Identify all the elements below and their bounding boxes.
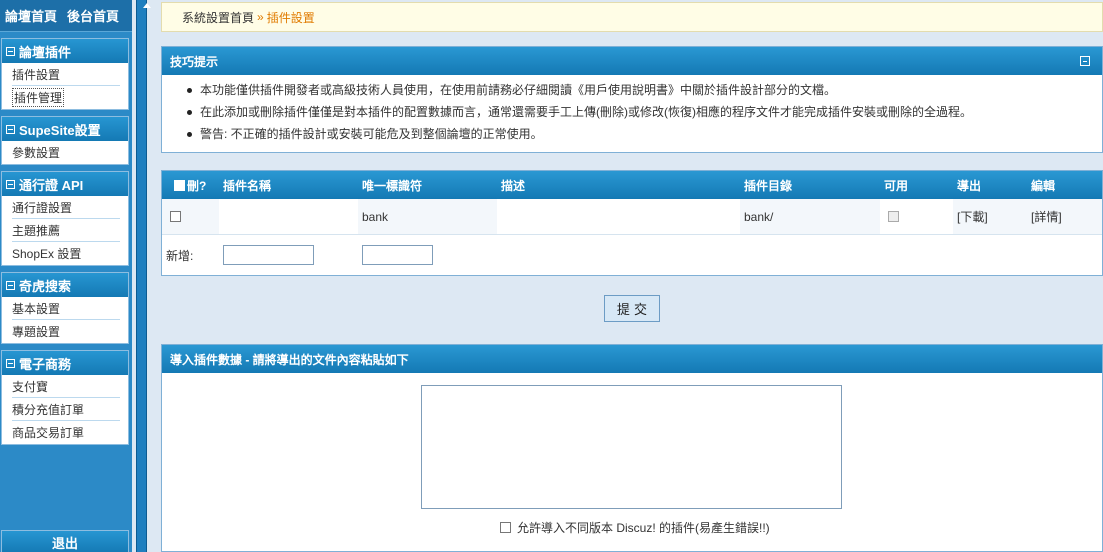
table-row: bank bank/ [下載] [詳情] <box>162 199 1102 235</box>
import-data-textarea[interactable] <box>421 385 842 509</box>
details-link[interactable]: [詳情] <box>1027 199 1102 234</box>
logout-button[interactable]: 退出 <box>1 530 129 552</box>
menu-item-label: 插件管理 <box>12 88 65 107</box>
select-all-checkbox[interactable] <box>174 179 185 191</box>
tip-item: 警告: 不正確的插件設計或安裝可能危及到整個論壇的正常使用。 <box>187 123 1102 145</box>
tips-header: 技巧提示 <box>162 47 1102 75</box>
menu-qihoo-search: 奇虎搜索 基本設置 專題設置 <box>1 272 129 344</box>
menu-supesite: SupeSite設置 參數設置 <box>1 116 129 165</box>
plugin-description <box>497 199 740 234</box>
menu-item-passport-settings[interactable]: 通行證設置 <box>12 196 120 219</box>
top-links: 論壇首頁 後台首頁 <box>0 0 132 32</box>
breadcrumb-current: 插件設置 <box>266 10 315 25</box>
menu-item-label: 通行證設置 <box>12 200 73 215</box>
col-directory: 插件目錄 <box>744 178 793 193</box>
menu-title: 電子商務 <box>19 356 72 372</box>
collapse-icon <box>6 358 15 368</box>
new-plugin-identifier-input[interactable] <box>362 245 433 265</box>
menu-item-plugin-manage[interactable]: 插件管理 <box>12 86 120 109</box>
menu-item-label: 主題推薦 <box>12 223 61 238</box>
menu-item-label: 積分充值訂單 <box>12 402 85 417</box>
menu-ecommerce: 電子商務 支付寶 積分充值訂單 商品交易訂單 <box>1 350 129 445</box>
plugin-directory: bank/ <box>744 209 774 224</box>
menu-item-label: 基本設置 <box>12 301 61 316</box>
col-available: 可用 <box>884 178 909 193</box>
menu-item-plugin-settings[interactable]: 插件設置 <box>12 63 120 86</box>
plugins-table: 刪? 插件名稱 唯一標識符 描述 插件目錄 可用 導出 編輯 bank bank… <box>161 170 1103 276</box>
menu-item-credit-orders[interactable]: 積分充值訂單 <box>12 398 120 421</box>
col-description: 描述 <box>501 178 526 193</box>
menu-item-parameters[interactable]: 參數設置 <box>12 141 120 164</box>
frame-scrollbar[interactable] <box>136 0 151 552</box>
menu-item-label: ShopEx 設置 <box>12 247 82 261</box>
tips-title: 技巧提示 <box>170 54 219 69</box>
scroll-up-icon[interactable] <box>143 3 151 8</box>
forum-home-link[interactable]: 論壇首頁 <box>5 6 57 25</box>
import-title: 導入插件數據 - 請將導出的文件內容粘貼如下 <box>170 352 409 367</box>
tip-item: 本功能僅供插件開發者或高級技術人員使用，在使用前請務必仔細閱讀《用戶使用說明書》… <box>187 79 1102 101</box>
plugin-identifier: bank <box>362 209 389 224</box>
allow-version-label: 允許導入不同版本 Discuz! 的插件(易產生錯誤!!) <box>517 521 770 535</box>
breadcrumb: 系統設置首頁 » 插件設置 <box>161 2 1103 32</box>
menu-header-qihoo-search[interactable]: 奇虎搜索 <box>2 273 128 297</box>
tips-panel: 技巧提示 本功能僅供插件開發者或高級技術人員使用，在使用前請務必仔細閱讀《用戶使… <box>161 46 1103 153</box>
menu-item-shopex-settings[interactable]: ShopEx 設置 <box>12 242 120 265</box>
menu-plugins: 論壇插件 插件設置 插件管理 <box>1 38 129 110</box>
collapse-icon <box>6 179 15 189</box>
menu-item-label: 參數設置 <box>12 146 61 160</box>
menu-title: 論壇插件 <box>19 44 72 60</box>
menu-item-topic-settings[interactable]: 專題設置 <box>12 320 120 343</box>
breadcrumb-separator: » <box>257 10 264 24</box>
menu-header-passport-api[interactable]: 通行證 API <box>2 172 128 196</box>
menu-title: 通行證 API <box>19 177 84 193</box>
frame-divider[interactable] <box>132 0 153 552</box>
tips-list: 本功能僅供插件開發者或高級技術人員使用，在使用前請務必仔細閱讀《用戶使用說明書》… <box>162 75 1102 145</box>
new-name-cell <box>219 235 358 275</box>
menu-item-alipay[interactable]: 支付寶 <box>12 375 120 398</box>
col-delete: 刪? <box>162 171 219 199</box>
menu-item-label: 專題設置 <box>12 325 61 339</box>
menu-item-trade-orders[interactable]: 商品交易訂單 <box>12 421 120 444</box>
menu-item-label: 商品交易訂單 <box>12 426 85 440</box>
collapse-icon <box>6 280 15 290</box>
allow-version-checkbox[interactable] <box>500 522 511 533</box>
admin-home-link[interactable]: 後台首頁 <box>67 6 119 25</box>
menu-item-label: 支付寶 <box>12 379 49 394</box>
breadcrumb-home[interactable]: 系統設置首頁 <box>182 9 254 26</box>
import-header: 導入插件數據 - 請將導出的文件內容粘貼如下 <box>162 345 1102 373</box>
delete-checkbox[interactable] <box>170 211 181 222</box>
plugin-name <box>219 199 358 234</box>
table-header: 刪? 插件名稱 唯一標識符 描述 插件目錄 可用 導出 編輯 <box>162 171 1102 199</box>
collapse-icon <box>6 124 15 134</box>
menu-title: 奇虎搜索 <box>19 278 72 294</box>
col-identifier: 唯一標識符 <box>362 178 423 193</box>
col-name: 插件名稱 <box>223 178 272 193</box>
new-identifier-cell <box>358 235 497 275</box>
menu-item-basic-settings[interactable]: 基本設置 <box>12 297 120 320</box>
menu-header-plugins[interactable]: 論壇插件 <box>2 39 128 63</box>
delete-cell <box>162 199 219 234</box>
export-link[interactable]: [下載] <box>953 199 1027 234</box>
allow-version-option: 允許導入不同版本 Discuz! 的插件(易產生錯誤!!) <box>500 519 770 536</box>
collapse-icon <box>6 46 15 56</box>
col-export: 導出 <box>957 178 982 193</box>
menu-item-label: 插件設置 <box>12 67 61 82</box>
menu-item-topic-recommend[interactable]: 主題推薦 <box>12 219 120 242</box>
collapse-icon[interactable] <box>1080 56 1090 66</box>
tip-item: 在此添加或刪除插件僅僅是對本插件的配置數據而言，通常還需要手工上傳(刪除)或修改… <box>187 101 1102 123</box>
menu-passport-api: 通行證 API 通行證設置 主題推薦 ShopEx 設置 <box>1 171 129 266</box>
new-plugin-name-input[interactable] <box>223 245 314 265</box>
menu-title: SupeSite設置 <box>19 122 101 138</box>
col-delete-label: 刪? <box>187 178 207 193</box>
new-plugin-row: 新增: <box>162 235 1102 275</box>
submit-button[interactable]: 提 交 <box>604 295 660 322</box>
menu-header-ecommerce[interactable]: 電子商務 <box>2 351 128 375</box>
new-label: 新增: <box>166 248 194 263</box>
menu-header-supesite[interactable]: SupeSite設置 <box>2 117 128 141</box>
import-panel: 導入插件數據 - 請將導出的文件內容粘貼如下 允許導入不同版本 Discuz! … <box>161 344 1103 552</box>
available-checkbox[interactable] <box>888 211 899 222</box>
available-cell <box>880 199 953 234</box>
left-menu-frame: 論壇首頁 後台首頁 論壇插件 插件設置 插件管理 SupeSite設置 參數設置… <box>0 0 132 552</box>
col-edit: 編輯 <box>1031 178 1056 193</box>
